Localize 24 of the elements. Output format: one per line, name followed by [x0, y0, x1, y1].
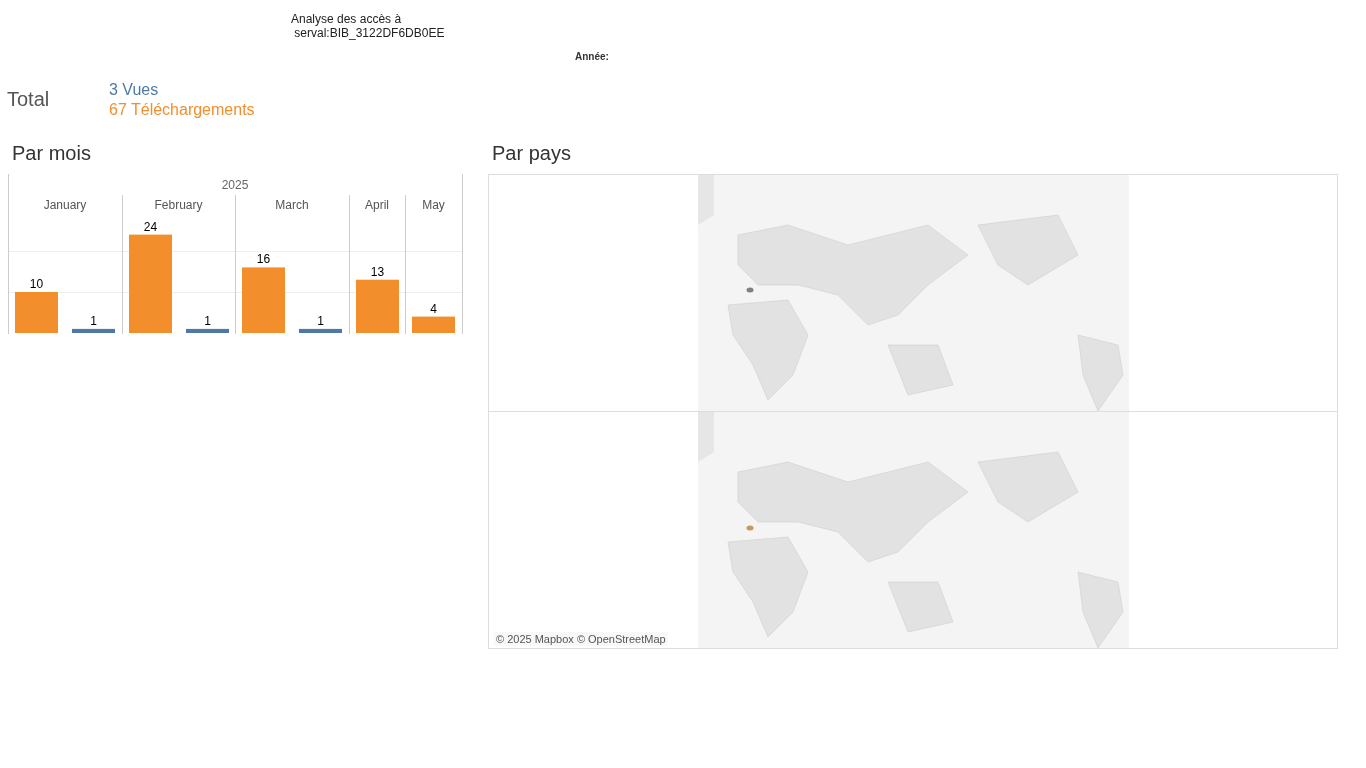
bar-value-label: 13: [370, 264, 385, 279]
bar-value-label: 1: [317, 313, 324, 328]
bar-value-label: 1: [204, 313, 211, 328]
section-title: Par pays: [492, 142, 572, 166]
bar-value-label: 1: [90, 313, 97, 328]
world-map-drawing[interactable]: [697, 175, 1129, 411]
world-map-drawing[interactable]: [697, 412, 1129, 648]
chart-title: 2025: [221, 178, 249, 192]
bar-value-label: 10: [29, 277, 44, 291]
month-label: January: [43, 198, 87, 212]
bar-value-label: 16: [256, 252, 271, 267]
map-attribution: © 2025 Mapbox © OpenStreetMap: [494, 632, 668, 646]
bar-value-label: 24: [143, 219, 158, 234]
dashboard-title: Analyse des accès à serval:BIB_3122DF6DB0EE: [291, 12, 445, 40]
total-value: 67 Téléchargements: [109, 100, 255, 120]
month-label: February: [154, 198, 203, 212]
section-title: Par mois: [12, 142, 92, 166]
total-value: 3 Vues: [109, 80, 160, 100]
bar-value-label: 4: [430, 301, 437, 316]
month-label: April: [365, 198, 389, 212]
total-label: Total: [7, 87, 51, 112]
year-filter-label: Année:: [575, 51, 609, 62]
month-label: March: [275, 198, 309, 212]
month-label: May: [422, 198, 445, 212]
